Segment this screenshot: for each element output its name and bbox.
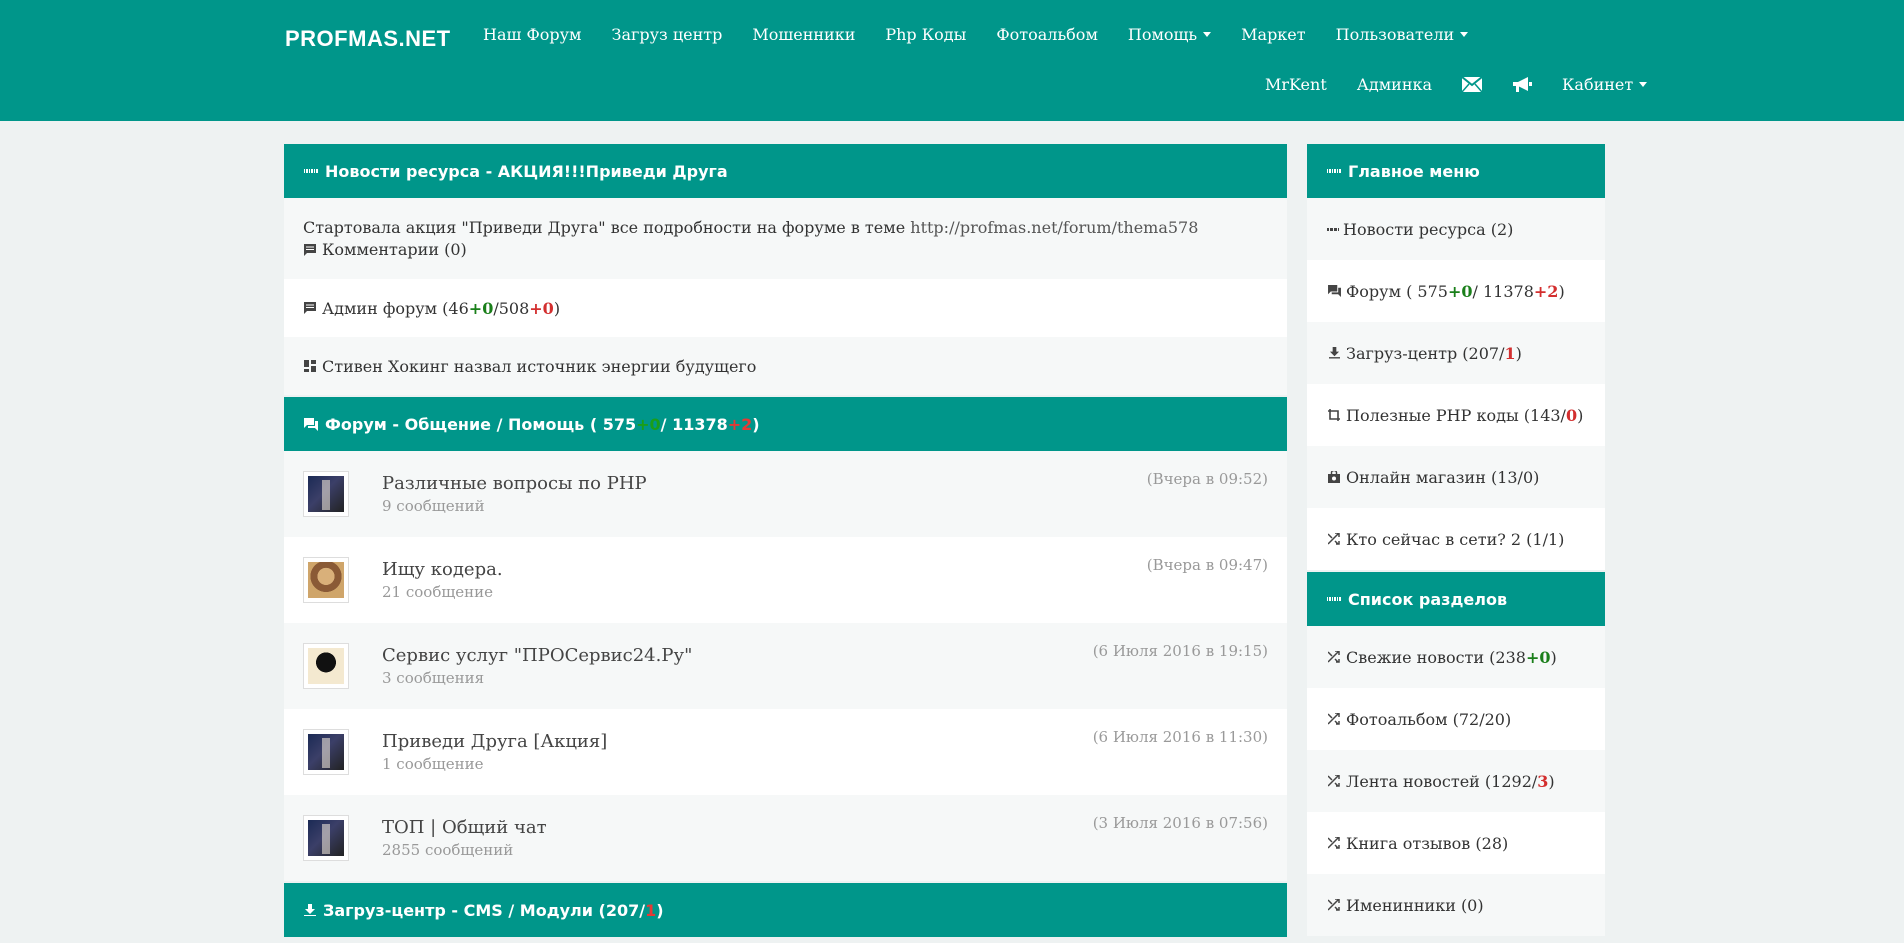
news-link[interactable]: http://profmas.net/forum/thema578 (910, 218, 1198, 237)
sections-header: Список разделов (1307, 572, 1605, 626)
forum-topic-list: Различные вопросы по PHP 9 сообщений (Вче… (284, 451, 1287, 881)
section-item-news-feed[interactable]: Лента новостей (1292/3) (1307, 750, 1605, 812)
nav-username[interactable]: MrKent (1265, 75, 1327, 94)
downloads-panel-header[interactable]: Загруз-центр - CMS / Модули (207/1) (284, 883, 1287, 937)
nav-cabinet-dropdown[interactable]: Кабинет (1562, 75, 1648, 94)
nav-forum[interactable]: Наш Форум (483, 25, 581, 44)
shuffle-icon (1327, 712, 1341, 726)
shuffle-icon (1327, 650, 1341, 664)
shuffle-icon (1327, 532, 1341, 546)
avatar (303, 815, 349, 861)
user-nav: MrKent Админка Кабинет (1265, 75, 1648, 94)
site-logo[interactable]: PROFMAS.NET (285, 26, 451, 52)
crop-icon (1327, 408, 1341, 422)
bullhorn-icon (1513, 76, 1533, 92)
news-item: Стартовала акция "Приведи Друга" все под… (284, 198, 1287, 279)
top-navbar: PROFMAS.NET Наш Форум Загруз центр Мошен… (0, 0, 1904, 121)
topic-row[interactable]: Приведи Друга [Акция] 1 сообщение (6 Июля… (284, 709, 1287, 795)
menu-item-shop[interactable]: Онлайн магазин (13/0) (1307, 446, 1605, 508)
grid-icon (1327, 169, 1342, 173)
news-text: Стартовала акция "Приведи Друга" все под… (303, 217, 906, 237)
main-column: Новости ресурса - АКЦИЯ!!!Приведи Друга … (284, 144, 1287, 937)
menu-item-forum[interactable]: Форум ( 575 +0 / 11378 +2 ) (1307, 260, 1605, 322)
sections-list: Свежие новости (238 +0) Фотоальбом (72/2… (1307, 626, 1605, 936)
main-nav: Наш Форум Загруз центр Мошенники Php Код… (483, 25, 1498, 44)
shuffle-icon (1327, 774, 1341, 788)
nav-downloads[interactable]: Загруз центр (611, 25, 722, 44)
news-panel-header[interactable]: Новости ресурса - АКЦИЯ!!!Приведи Друга (284, 144, 1287, 198)
avatar (303, 729, 349, 775)
sidebar: Главное меню Новости ресурса (2) Форум (… (1307, 144, 1605, 936)
nav-scammers[interactable]: Мошенники (752, 25, 855, 44)
nav-photoalbum[interactable]: Фотоальбом (996, 25, 1098, 44)
grid-icon (1327, 597, 1342, 601)
forum-panel-header[interactable]: Форум - Общение / Помощь ( 575 +0 / 1137… (284, 397, 1287, 451)
avatar (303, 557, 349, 603)
topic-row[interactable]: Различные вопросы по PHP 9 сообщений (Вче… (284, 451, 1287, 537)
comments-link[interactable]: Комментарии (0) (322, 239, 467, 261)
topic-date: (3 Июля 2016 в 07:56) (1092, 814, 1268, 832)
shuffle-icon (1327, 836, 1341, 850)
avatar (303, 471, 349, 517)
download-icon (1327, 346, 1341, 360)
section-item-fresh-news[interactable]: Свежие новости (238 +0) (1307, 626, 1605, 688)
grid-icon (304, 169, 319, 173)
forum-icon (304, 417, 318, 431)
shuffle-icon (1327, 898, 1341, 912)
caret-down-icon (1203, 32, 1212, 37)
news-list: Стартовала акция "Приведи Друга" все под… (284, 198, 1287, 395)
shopping-bag-icon (1327, 470, 1341, 484)
main-menu-list: Новости ресурса (2) Форум ( 575 +0 / 113… (1307, 198, 1605, 570)
caret-down-icon (1639, 82, 1648, 87)
grid-icon (1327, 222, 1338, 236)
menu-item-news[interactable]: Новости ресурса (2) (1307, 198, 1605, 260)
comment-icon (303, 301, 317, 315)
hawking-news-item[interactable]: Стивен Хокинг назвал источник энергии бу… (284, 337, 1287, 395)
nav-market[interactable]: Маркет (1241, 25, 1305, 44)
nav-users-dropdown[interactable]: Пользователи (1336, 25, 1469, 44)
mail-button[interactable] (1462, 77, 1483, 92)
topic-date: (Вчера в 09:47) (1146, 556, 1268, 574)
download-icon (304, 904, 316, 916)
comment-icon (303, 243, 317, 257)
topic-date: (Вчера в 09:52) (1146, 470, 1268, 488)
forum-icon (1327, 284, 1341, 298)
section-item-guestbook[interactable]: Книга отзывов (28) (1307, 812, 1605, 874)
section-item-birthdays[interactable]: Именинники (0) (1307, 874, 1605, 936)
topic-date: (6 Июля 2016 в 11:30) (1092, 728, 1268, 746)
topic-row[interactable]: Сервис услуг "ПРОСервис24.Ру" 3 сообщения… (284, 623, 1287, 709)
envelope-icon (1462, 77, 1483, 92)
menu-item-php-codes[interactable]: Полезные PHP коды (143/0) (1307, 384, 1605, 446)
nav-help-dropdown[interactable]: Помощь (1128, 25, 1212, 44)
avatar (303, 643, 349, 689)
nav-php-codes[interactable]: Php Коды (885, 25, 966, 44)
admin-forum-item[interactable]: Админ форум (46 +0/508 +0) (284, 279, 1287, 337)
topic-row[interactable]: Ищу кодера. 21 сообщение (Вчера в 09:47) (284, 537, 1287, 623)
announcements-button[interactable] (1512, 76, 1533, 93)
caret-down-icon (1460, 32, 1469, 37)
topic-date: (6 Июля 2016 в 19:15) (1092, 642, 1268, 660)
section-item-photoalbum[interactable]: Фотоальбом (72/20) (1307, 688, 1605, 750)
menu-item-downloads[interactable]: Загруз-центр (207/1) (1307, 322, 1605, 384)
dashboard-icon (303, 359, 317, 373)
main-menu-header: Главное меню (1307, 144, 1605, 198)
topic-row[interactable]: ТОП | Общий чат 2855 сообщений (3 Июля 20… (284, 795, 1287, 881)
nav-admin[interactable]: Админка (1357, 75, 1432, 94)
menu-item-online[interactable]: Кто сейчас в сети? 2 (1/1) (1307, 508, 1605, 570)
